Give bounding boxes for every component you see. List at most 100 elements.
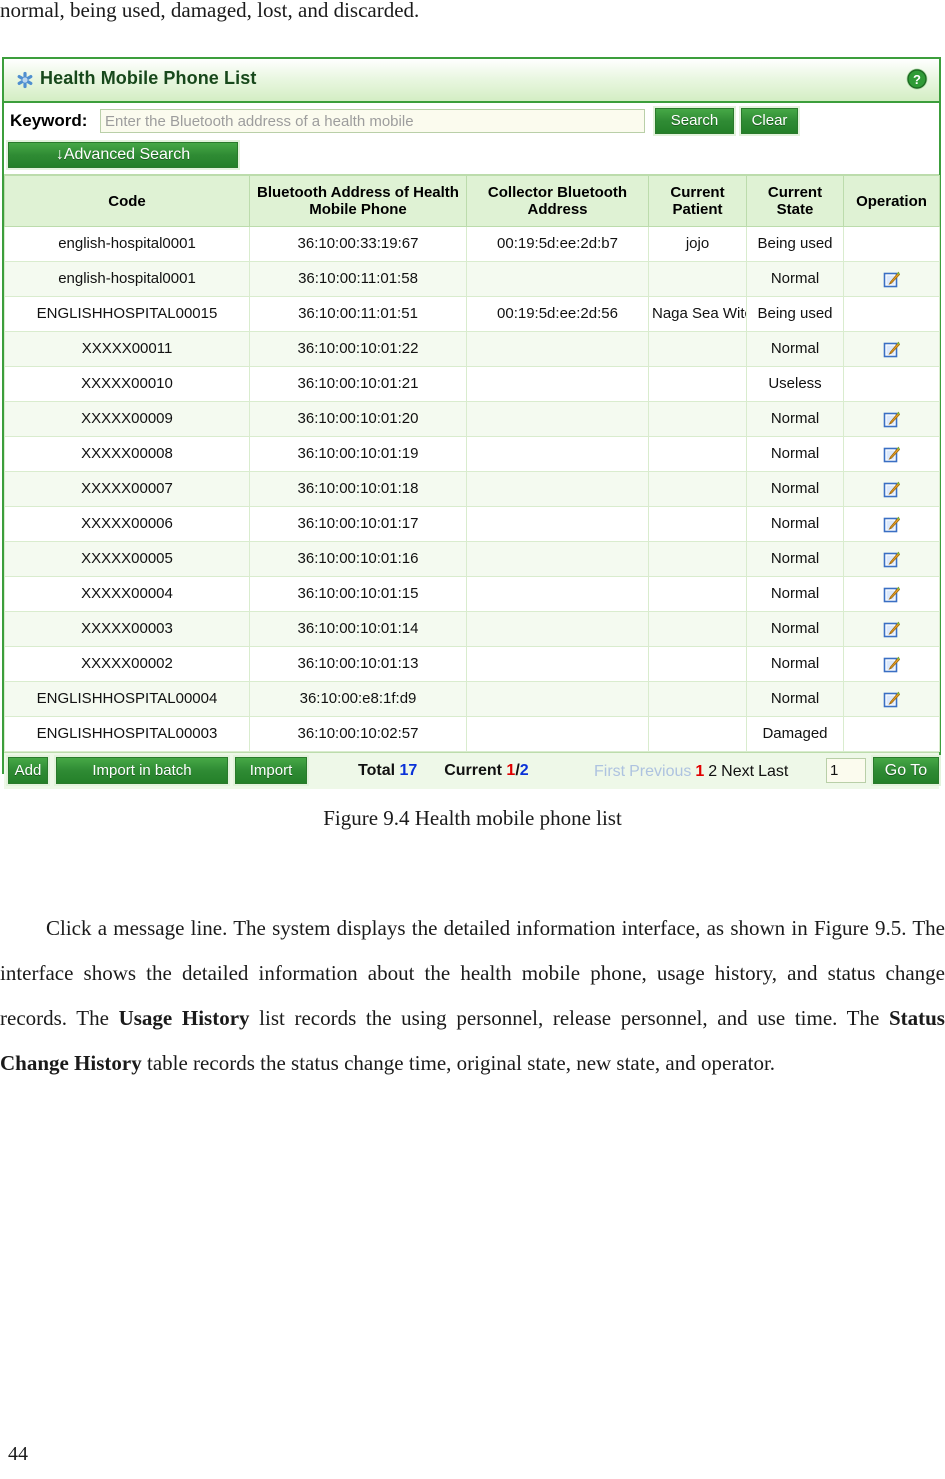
cell-current-state: Normal (746, 576, 844, 612)
cell-collector-address (466, 401, 649, 437)
clear-button[interactable]: Clear (739, 106, 800, 136)
table-row[interactable]: XXXXX00003 36:10:00:10:01:14 Normal (4, 611, 940, 647)
cell-bluetooth-address: 36:10:00:10:01:20 (249, 401, 467, 437)
total-label: Total (358, 762, 396, 779)
cell-collector-address: 00:19:5d:ee:2d:56 (466, 296, 649, 332)
table-row[interactable]: english-hospital0001 36:10:00:33:19:67 00:… (4, 226, 940, 262)
pager-previous-link[interactable]: Previous (629, 763, 691, 780)
cell-current-patient (648, 401, 747, 437)
cell-current-state: Damaged (746, 716, 844, 752)
total-pages-value: 2 (519, 762, 529, 779)
search-button[interactable]: Search (653, 106, 736, 136)
cell-code: XXXXX00003 (4, 611, 250, 647)
edit-icon[interactable] (883, 271, 901, 288)
table-row[interactable]: english-hospital0001 36:10:00:11:01:58 Nor… (4, 261, 940, 297)
cell-current-state: Normal (746, 436, 844, 472)
panel-title: Health Mobile Phone List (40, 68, 257, 88)
cell-code: XXXXX00011 (4, 331, 250, 367)
pager-next-link[interactable]: Next (721, 763, 754, 780)
edit-icon[interactable] (883, 621, 901, 638)
pager-page-1[interactable]: 1 (695, 763, 704, 780)
table-row[interactable]: XXXXX00006 36:10:00:10:01:17 Normal (4, 506, 940, 542)
table-row[interactable]: XXXXX00011 36:10:00:10:01:22 Normal (4, 331, 940, 367)
cell-current-state: Normal (746, 506, 844, 542)
cell-operation (843, 366, 940, 402)
pager-page-2[interactable]: 2 (708, 763, 717, 780)
keyword-input[interactable] (100, 109, 645, 133)
cell-operation (843, 681, 940, 717)
cell-code: XXXXX00005 (4, 541, 250, 577)
cell-code: XXXXX00008 (4, 436, 250, 472)
cell-collector-address (466, 506, 649, 542)
table-row[interactable]: ENGLISHHOSPITAL00004 36:10:00:e8:1f:d9 Nor… (4, 681, 940, 717)
edit-icon[interactable] (883, 691, 901, 708)
pagination: First Previous 1 2 Next Last (594, 763, 792, 781)
total-value: 17 (399, 762, 418, 779)
cell-current-patient (648, 506, 747, 542)
cell-bluetooth-address: 36:10:00:10:01:19 (249, 436, 467, 472)
table-row[interactable]: XXXXX00004 36:10:00:10:01:15 Normal (4, 576, 940, 612)
paragraph-below-figure-text: Click a message line. The system display… (0, 916, 945, 1075)
cell-current-state: Normal (746, 471, 844, 507)
cell-operation (843, 331, 940, 367)
cell-bluetooth-address: 36:10:00:10:01:21 (249, 366, 467, 402)
edit-icon[interactable] (883, 656, 901, 673)
import-button[interactable]: Import (233, 755, 309, 786)
cell-operation (843, 541, 940, 577)
cell-current-state: Normal (746, 611, 844, 647)
edit-icon[interactable] (883, 411, 901, 428)
edit-icon[interactable] (883, 446, 901, 463)
cell-bluetooth-address: 36:10:00:10:01:16 (249, 541, 467, 577)
pager-first-link[interactable]: First (594, 763, 625, 780)
table-row[interactable]: ENGLISHHOSPITAL00003 36:10:00:10:02:57 Dam… (4, 716, 940, 752)
cell-code: ENGLISHHOSPITAL00004 (4, 681, 250, 717)
paragraph-above-figure: normal, being used, damaged, lost, and d… (0, 0, 945, 21)
cell-collector-address (466, 471, 649, 507)
edit-icon[interactable] (883, 481, 901, 498)
import-in-batch-button[interactable]: Import in batch (54, 755, 230, 786)
cell-bluetooth-address: 36:10:00:10:01:17 (249, 506, 467, 542)
cell-code: XXXXX00002 (4, 646, 250, 682)
paragraph-below-figure: Click a message line. The system display… (0, 906, 945, 1086)
cell-collector-address (466, 436, 649, 472)
cell-current-patient (648, 646, 747, 682)
cell-current-state: Normal (746, 401, 844, 437)
column-header-current-patient: Current Patient (648, 175, 747, 227)
cell-bluetooth-address: 36:10:00:e8:1f:d9 (249, 681, 467, 717)
table-row[interactable]: XXXXX00010 36:10:00:10:01:21 Useless (4, 366, 940, 402)
cell-bluetooth-address: 36:10:00:11:01:58 (249, 261, 467, 297)
edit-icon[interactable] (883, 586, 901, 603)
cell-current-state: Normal (746, 681, 844, 717)
cell-operation (843, 506, 940, 542)
cell-bluetooth-address: 36:10:00:11:01:51 (249, 296, 467, 332)
table-row[interactable]: XXXXX00008 36:10:00:10:01:19 Normal (4, 436, 940, 472)
advanced-search-button[interactable]: ↓Advanced Search (6, 140, 240, 170)
paragraph-above-figure-text: normal, being used, damaged, lost, and d… (0, 0, 420, 22)
table-row[interactable]: XXXXX00009 36:10:00:10:01:20 Normal (4, 401, 940, 437)
pager-last-link[interactable]: Last (758, 763, 788, 780)
go-to-button[interactable]: Go To (871, 755, 941, 786)
edit-icon[interactable] (883, 516, 901, 533)
cell-current-patient (648, 261, 747, 297)
cell-operation (843, 611, 940, 647)
current-page-value: 1 (506, 762, 516, 779)
add-button[interactable]: Add (6, 755, 50, 786)
table-row[interactable]: XXXXX00007 36:10:00:10:01:18 Normal (4, 471, 940, 507)
help-circle-icon[interactable]: ? (905, 67, 929, 91)
cell-current-patient: jojo (648, 226, 747, 262)
cell-current-state: Useless (746, 366, 844, 402)
edit-icon[interactable] (883, 341, 901, 358)
panel-titlebar: Health Mobile Phone List ? (4, 59, 939, 103)
cell-operation (843, 576, 940, 612)
table-row[interactable]: XXXXX00005 36:10:00:10:01:16 Normal (4, 541, 940, 577)
cell-code: english-hospital0001 (4, 261, 250, 297)
table-row[interactable]: ENGLISHHOSPITAL00015 36:10:00:11:01:51 00:… (4, 296, 940, 332)
cell-operation (843, 471, 940, 507)
table-row[interactable]: XXXXX00002 36:10:00:10:01:13 Normal (4, 646, 940, 682)
edit-icon[interactable] (883, 551, 901, 568)
figure-caption: Figure 9.4 Health mobile phone list (323, 806, 622, 830)
column-header-collector-address: Collector Bluetooth Address (466, 175, 649, 227)
goto-page-input[interactable] (826, 758, 866, 783)
cell-code: XXXXX00007 (4, 471, 250, 507)
cell-current-state: Normal (746, 646, 844, 682)
